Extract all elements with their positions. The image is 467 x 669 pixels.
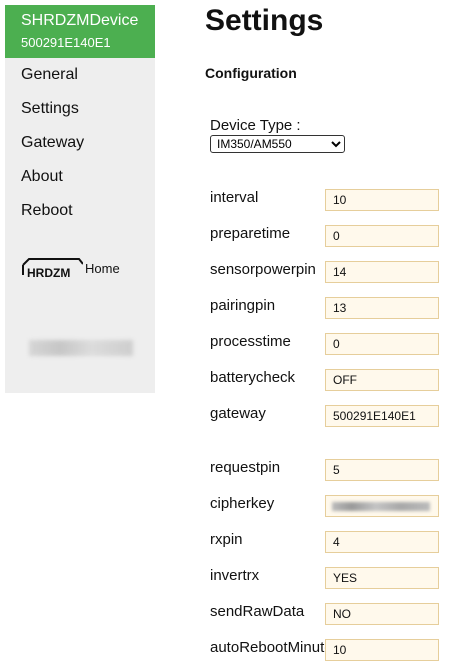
device-header[interactable]: SHRDZMDevice 500291E140E1: [5, 5, 155, 58]
label-requestpin: requestpin: [210, 459, 281, 476]
input-sendrawdata[interactable]: NO: [325, 603, 439, 625]
logo-text: HRDZM: [27, 266, 70, 280]
label-cipherkey: cipherkey: [210, 495, 275, 512]
label-invertrx: invertrx: [210, 567, 260, 584]
nav-item-reboot[interactable]: Reboot: [21, 202, 73, 220]
label-autorebootminutes: autoRebootMinutes: [210, 639, 326, 656]
section-title: Configuration: [205, 65, 297, 81]
label-sensorpowerpin: sensorpowerpin: [210, 261, 316, 278]
page-title: Settings: [205, 4, 324, 37]
label-sendrawdata: sendRawData: [210, 603, 305, 620]
label-batterycheck: batterycheck: [210, 369, 296, 386]
label-processtime: processtime: [210, 333, 291, 350]
input-sensorpowerpin[interactable]: 14: [325, 261, 439, 283]
sidebar: SHRDZMDevice 500291E140E1 General Settin…: [5, 5, 155, 393]
input-processtime[interactable]: 0: [325, 333, 439, 355]
input-rxpin[interactable]: 4: [325, 531, 439, 553]
label-pairingpin: pairingpin: [210, 297, 276, 314]
input-autorebootminutes[interactable]: 10: [325, 639, 439, 661]
label-rxpin: rxpin: [210, 531, 243, 548]
label-preparetime: preparetime: [210, 225, 291, 242]
blurred-credit: [29, 340, 133, 356]
input-gateway[interactable]: 500291E140E1: [325, 405, 439, 427]
input-pairingpin[interactable]: 13: [325, 297, 439, 319]
label-gateway: gateway: [210, 405, 266, 422]
device-type-select[interactable]: IM350/AM550: [210, 135, 345, 153]
masked-value: [332, 502, 430, 511]
input-interval[interactable]: 10: [325, 189, 439, 211]
shrdzm-logo-icon: HRDZM: [22, 258, 83, 280]
device-name: SHRDZMDevice: [21, 12, 139, 29]
nav-item-settings[interactable]: Settings: [21, 100, 79, 118]
input-cipherkey[interactable]: [325, 495, 439, 517]
nav-item-general[interactable]: General: [21, 66, 78, 84]
input-batterycheck[interactable]: OFF: [325, 369, 439, 391]
label-interval: interval: [210, 189, 259, 206]
home-label: Home: [85, 261, 120, 276]
nav-item-about[interactable]: About: [21, 168, 63, 186]
input-invertrx[interactable]: YES: [325, 567, 439, 589]
device-type-label: Device Type :: [210, 117, 301, 134]
input-requestpin[interactable]: 5: [325, 459, 439, 481]
input-preparetime[interactable]: 0: [325, 225, 439, 247]
nav-item-gateway[interactable]: Gateway: [21, 134, 84, 152]
device-id: 500291E140E1: [21, 35, 111, 50]
